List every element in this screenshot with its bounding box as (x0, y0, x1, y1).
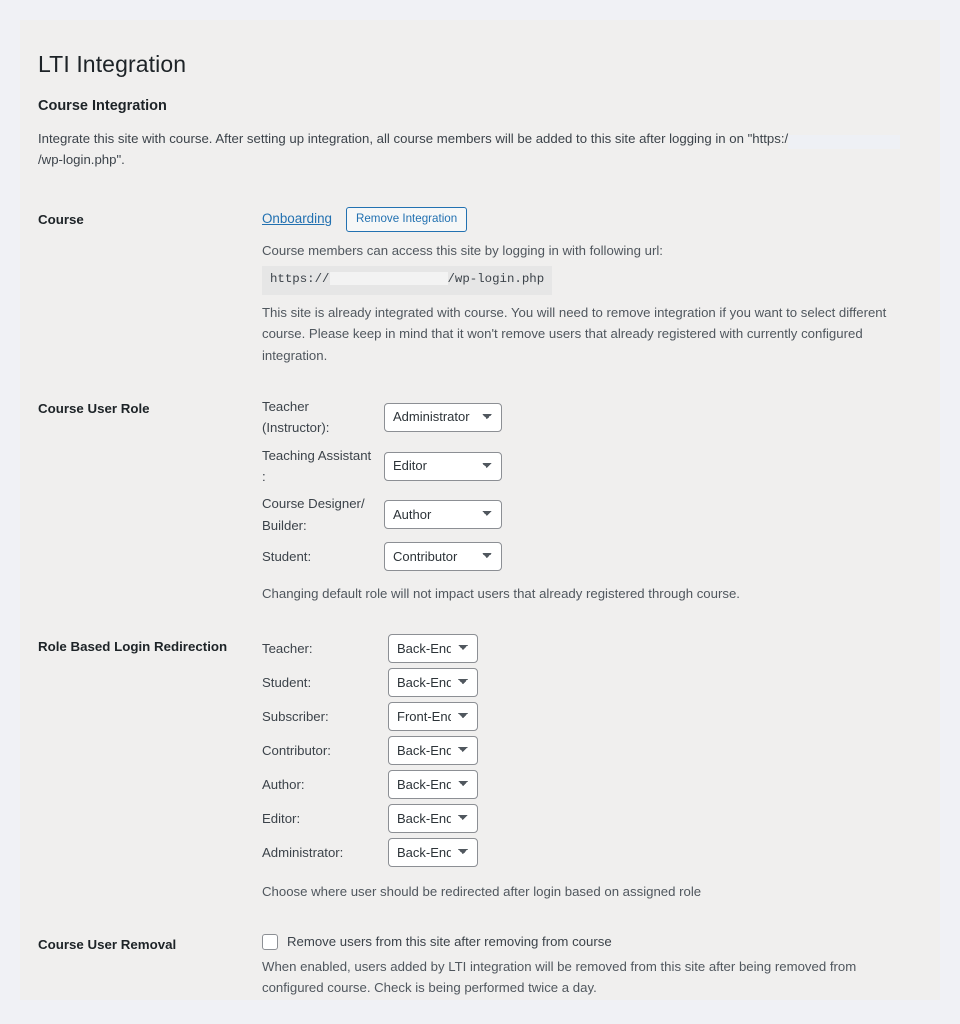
redirect-label-subscriber: Subscriber: (262, 709, 329, 725)
role-select-wrap-course-designer: Author (384, 500, 914, 530)
login-url-prefix: https:// (270, 271, 330, 286)
table-row-course-user-role: Course User Role Teacher (Instructor): A… (38, 382, 924, 620)
remove-integration-button[interactable]: Remove Integration (345, 206, 468, 232)
redirect-select-wrap-teacher: Back-End (388, 634, 914, 664)
login-url-code: https:// /wp-login.php (262, 265, 553, 295)
redirect-label-editor: Editor: (262, 811, 301, 827)
remove-users-checkbox[interactable] (262, 934, 278, 951)
row-label-login-redirection: Role Based Login Redirection (38, 639, 228, 655)
role-select-course-designer[interactable]: Author (384, 500, 502, 530)
redirect-select-teacher[interactable]: Back-End (388, 634, 478, 664)
row-content-course-user-role: Teacher (Instructor): Administrator Teac… (262, 382, 924, 620)
table-row-login-redirection: Role Based Login Redirection Teacher: Ba… (38, 620, 924, 918)
table-row-course-user-removal: Course User Removal Remove users from th… (38, 918, 924, 1000)
redacted-domain-url (329, 272, 448, 286)
role-select-teacher[interactable]: Administrator (384, 402, 502, 432)
login-redirection-helper: Choose where user should be redirected a… (262, 884, 702, 900)
redirect-select-wrap-administrator: Back-End (388, 838, 914, 868)
section-title-course-integration: Course Integration (38, 97, 167, 114)
role-select-wrap-student: Contributor (384, 542, 914, 572)
onboarding-link[interactable]: Onboarding (262, 208, 332, 229)
redirect-select-student[interactable]: Back-End (388, 668, 478, 698)
row-label-course-user-role: Course User Role (38, 400, 150, 416)
row-content-login-redirection: Teacher: Back-End Student: Back-End Subs… (262, 620, 924, 918)
redirect-label-administrator: Administrator: (262, 845, 344, 861)
redirect-label-author: Author: (262, 777, 305, 793)
row-content-course: Onboarding Remove Integration Course mem… (262, 193, 924, 382)
settings-form-table: Course Onboarding Remove Integration Cou… (38, 193, 924, 1000)
role-select-wrap-teacher: Administrator (384, 402, 914, 432)
redirect-select-wrap-editor: Back-End (388, 804, 914, 834)
login-url-suffix: /wp-login.php (447, 271, 545, 286)
course-actions: Onboarding Remove Integration (262, 206, 914, 232)
row-label-course: Course (38, 211, 84, 227)
course-access-text: Course members can access this site by l… (262, 242, 663, 258)
role-label-teaching-assistant: Teaching Assistant : (262, 447, 372, 485)
redacted-domain-intro (788, 135, 901, 150)
redirect-select-wrap-author: Back-End (388, 770, 914, 800)
redirect-select-subscriber[interactable]: Front-End (388, 702, 478, 732)
login-redirection-grid: Teacher: Back-End Student: Back-End Subs… (262, 634, 914, 868)
redirect-label-teacher: Teacher: (262, 641, 313, 657)
intro-description: Integrate this site with course. After s… (38, 128, 918, 171)
redirect-select-wrap-student: Back-End (388, 668, 914, 698)
course-user-removal-checkbox-row: Remove users from this site after removi… (262, 932, 914, 951)
course-integration-note: This site is already integrated with cou… (262, 304, 887, 363)
role-label-teacher: Teacher (Instructor): (262, 398, 330, 436)
redirect-select-contributor[interactable]: Back-End (388, 736, 478, 766)
intro-text-after: /wp-login.php". (38, 152, 125, 168)
settings-inner: LTI Integration Course Integration Integ… (20, 50, 940, 1000)
role-select-student[interactable]: Contributor (384, 542, 502, 572)
row-content-course-user-removal: Remove users from this site after removi… (262, 918, 924, 1000)
role-select-teaching-assistant[interactable]: Editor (384, 451, 502, 481)
role-label-student: Student: (262, 548, 312, 564)
page-title: LTI Integration (38, 51, 187, 77)
settings-card: LTI Integration Course Integration Integ… (20, 20, 940, 1000)
remove-users-checkbox-label[interactable]: Remove users from this site after removi… (287, 932, 612, 951)
row-label-course-user-removal: Course User Removal (38, 937, 177, 953)
redirect-select-administrator[interactable]: Back-End (388, 838, 478, 868)
table-row-course: Course Onboarding Remove Integration Cou… (38, 193, 924, 382)
course-user-role-helper: Changing default role will not impact us… (262, 586, 740, 602)
redirect-select-editor[interactable]: Back-End (388, 804, 478, 834)
redirect-select-wrap-subscriber: Front-End (388, 702, 914, 732)
intro-text-before: Integrate this site with course. After s… (38, 130, 789, 146)
role-label-course-designer: Course Designer/ Builder: (262, 496, 365, 533)
role-select-wrap-teaching-assistant: Editor (384, 451, 914, 481)
redirect-label-student: Student: (262, 675, 312, 691)
course-user-role-grid: Teacher (Instructor): Administrator Teac… (262, 396, 914, 572)
course-user-removal-description: When enabled, users added by LTI integra… (262, 958, 857, 995)
redirect-select-author[interactable]: Back-End (388, 770, 478, 800)
redirect-label-contributor: Contributor: (262, 743, 331, 759)
redirect-select-wrap-contributor: Back-End (388, 736, 914, 766)
